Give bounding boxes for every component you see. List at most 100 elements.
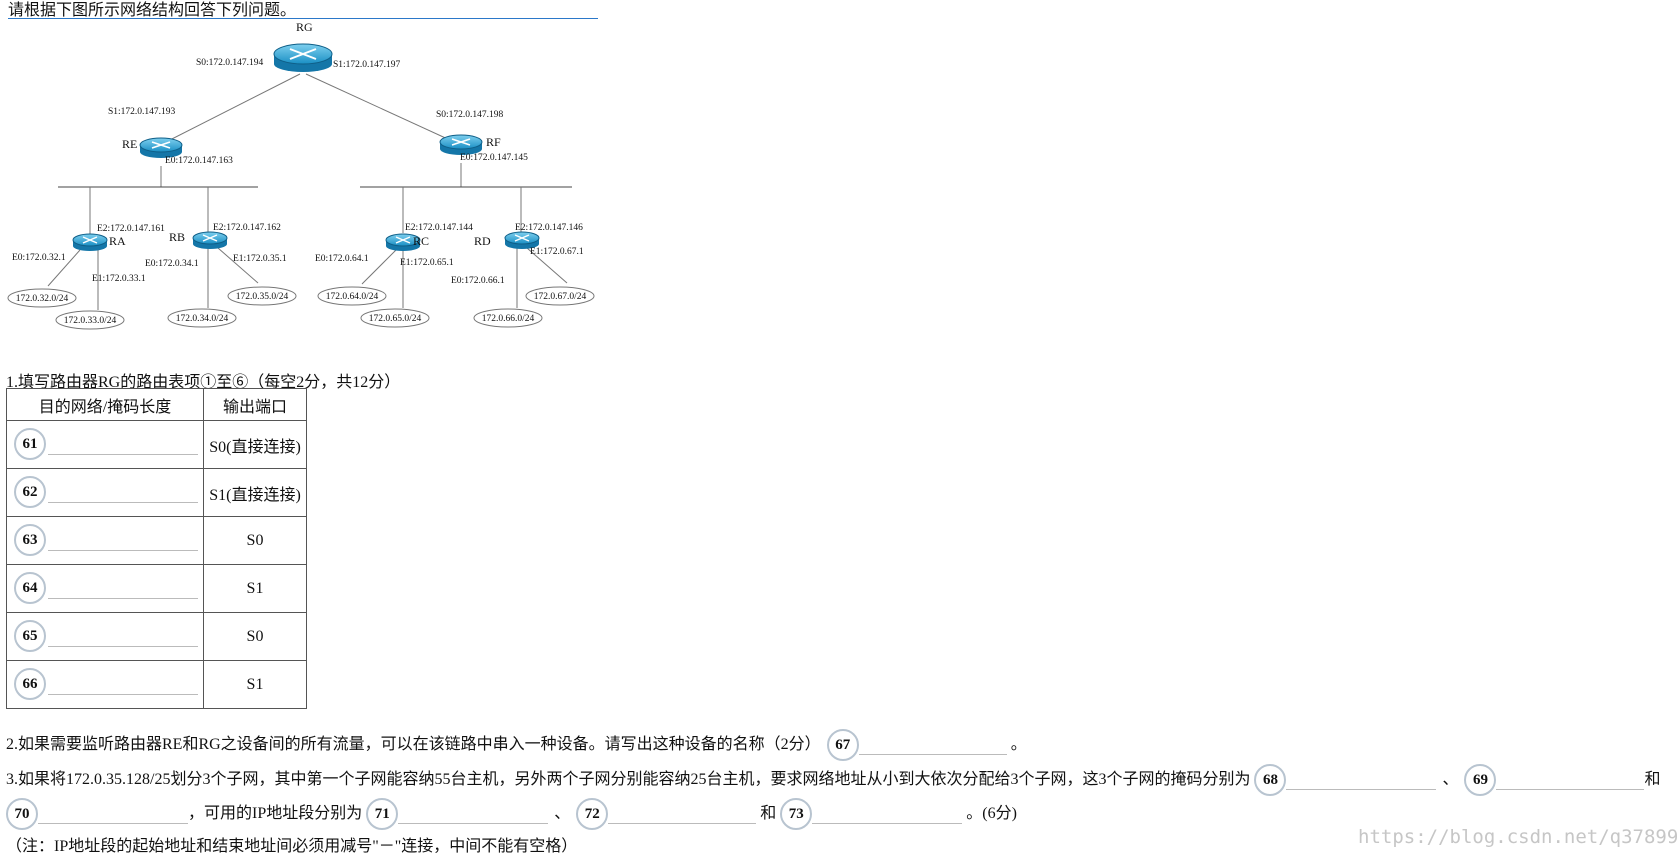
answer-number-62: 62 [14,476,46,508]
network-32-label: 172.0.32.0/24 [16,294,69,304]
network-34-label: 172.0.34.0/24 [176,314,229,324]
q2-end: 。 [1010,736,1027,753]
ra-e2-label: E2:172.0.147.161 [97,224,165,234]
dest-cell: 61 [6,420,204,469]
rb-e2-label: E2:172.0.147.162 [213,223,281,233]
port-cell: S0 [203,516,307,565]
port-cell: S0(直接连接) [203,420,307,469]
router-rd-label: RD [474,234,491,248]
answer-70-field[interactable] [38,805,188,824]
rg-s1-label: S1:172.0.147.197 [333,60,401,70]
rg-s0-label: S0:172.0.147.194 [196,58,264,68]
q3-end: 。(6分) [966,805,1017,822]
question-header: 请根据下图所示网络结构回答下列问题。 [8,0,598,19]
port-cell: S0 [203,612,307,661]
port-cell: S1 [203,660,307,709]
answer-number-68: 68 [1254,764,1287,796]
q3-sep1: 、 [1442,771,1459,788]
watermark: https://blog.csdn.net/q378992971 [1358,826,1678,848]
ra-e1-label: E1:172.0.33.1 [92,274,146,284]
router-rf-icon [439,134,483,155]
routing-table: 目的网络/掩码长度 输出端口 61 S0(直接连接) 62 S1(直接连接) 63 S0 6… [6,388,307,709]
table-row: 61 S0(直接连接) [6,420,307,469]
ra-e0-label: E0:172.0.32.1 [12,253,66,263]
answer-73-field[interactable] [812,805,963,824]
answer-67-field[interactable] [858,736,1007,755]
port-cell: S1 [203,564,307,613]
q3-note: （注：IP地址段的起始地址和结束地址间必须用减号"－"连接，中间不能有空格） [6,838,578,855]
answer-63-field[interactable] [48,550,198,551]
network-diagram: RG RE RF RA RB RC RD S0:172.0.147.194 S1… [7,20,595,330]
rc-e1-label: E1:172.0.65.1 [400,258,454,268]
answer-number-67: 67 [826,729,859,761]
q3-text: 3.如果将172.0.35.128/25划分3个子网，其中第一个子网能容纳55台… [6,771,1251,788]
answer-number-72: 72 [576,798,609,830]
router-rg-icon [273,43,333,72]
rd-e0-label: E0:172.0.66.1 [451,276,505,286]
router-re-icon [139,137,183,158]
router-ra-icon [72,233,108,251]
table-row: 63 S0 [6,516,307,565]
network-67-label: 172.0.67.0/24 [534,292,587,302]
answer-number-63: 63 [14,524,46,556]
router-rb-icon [192,231,228,249]
q3-line1: 3.如果将172.0.35.128/25划分3个子网，其中第一个子网能容纳55台… [6,763,1660,797]
answer-64-field[interactable] [48,598,198,599]
q3-and1: 和 [1644,771,1661,788]
q2-text: 2.如果需要监听路由器RE和RG之设备间的所有流量，可以在该链路中串入一种设备。… [6,736,821,753]
table-row: 62 S1(直接连接) [6,468,307,517]
answer-66-field[interactable] [48,694,198,695]
table-row: 66 S1 [6,660,307,709]
q3-mid: ，可用的IP地址段分别为 [188,805,363,822]
dest-cell: 63 [6,516,204,565]
answer-65-field[interactable] [48,646,198,647]
rf-e0-label: E0:172.0.147.145 [460,153,528,163]
answer-68-field[interactable] [1286,771,1437,790]
rb-e0-label: E0:172.0.34.1 [145,259,199,269]
answer-69-field[interactable] [1496,771,1645,790]
answer-71-field[interactable] [398,805,549,824]
q3-line2: 70 ，可用的IP地址段分别为 71 、 72 和 73 。(6分) [6,797,1017,831]
answer-number-71: 71 [366,798,399,830]
dest-cell: 64 [6,564,204,613]
network-33-label: 172.0.33.0/24 [64,316,117,326]
router-re-label: RE [122,137,137,151]
q3-and2: 和 [760,805,777,822]
dest-cell: 66 [6,660,204,709]
rc-e2-label: E2:172.0.147.144 [405,223,473,233]
answer-number-64: 64 [14,572,46,604]
re-e0-label: E0:172.0.147.163 [165,156,233,166]
answer-61-field[interactable] [48,454,198,455]
col-dest-header: 目的网络/掩码长度 [6,388,204,421]
answer-72-field[interactable] [608,805,757,824]
answer-number-69: 69 [1464,764,1497,796]
rb-e1-label: E1:172.0.35.1 [233,254,287,264]
table-row: 65 S0 [6,612,307,661]
rd-e2-label: E2:172.0.147.146 [515,223,583,233]
answer-number-65: 65 [14,620,46,652]
router-rf-label: RF [486,135,501,149]
answer-62-field[interactable] [48,502,198,503]
answer-number-66: 66 [14,668,46,700]
network-65-label: 172.0.65.0/24 [369,314,422,324]
network-64-label: 172.0.64.0/24 [326,292,379,302]
q3-sep2: 、 [554,805,571,822]
rd-e1-label: E1:172.0.67.1 [530,247,584,257]
table-row: 64 S1 [6,564,307,613]
rf-s0-label: S0:172.0.147.198 [436,110,504,120]
re-s1-label: S1:172.0.147.193 [108,107,176,117]
dest-cell: 62 [6,468,204,517]
router-rc-label: RC [413,234,429,248]
answer-number-70: 70 [6,798,38,830]
port-cell: S1(直接连接) [203,468,307,517]
answer-number-73: 73 [780,798,813,830]
network-35-label: 172.0.35.0/24 [236,292,289,302]
router-rb-label: RB [169,230,185,244]
rc-e0-label: E0:172.0.64.1 [315,254,369,264]
q2-line: 2.如果需要监听路由器RE和RG之设备间的所有流量，可以在该链路中串入一种设备。… [6,728,1027,762]
col-port-header: 输出端口 [203,388,307,421]
dest-cell: 65 [6,612,204,661]
router-ra-label: RA [109,234,126,248]
answer-number-61: 61 [14,428,46,460]
router-rg-label: RG [296,20,313,34]
